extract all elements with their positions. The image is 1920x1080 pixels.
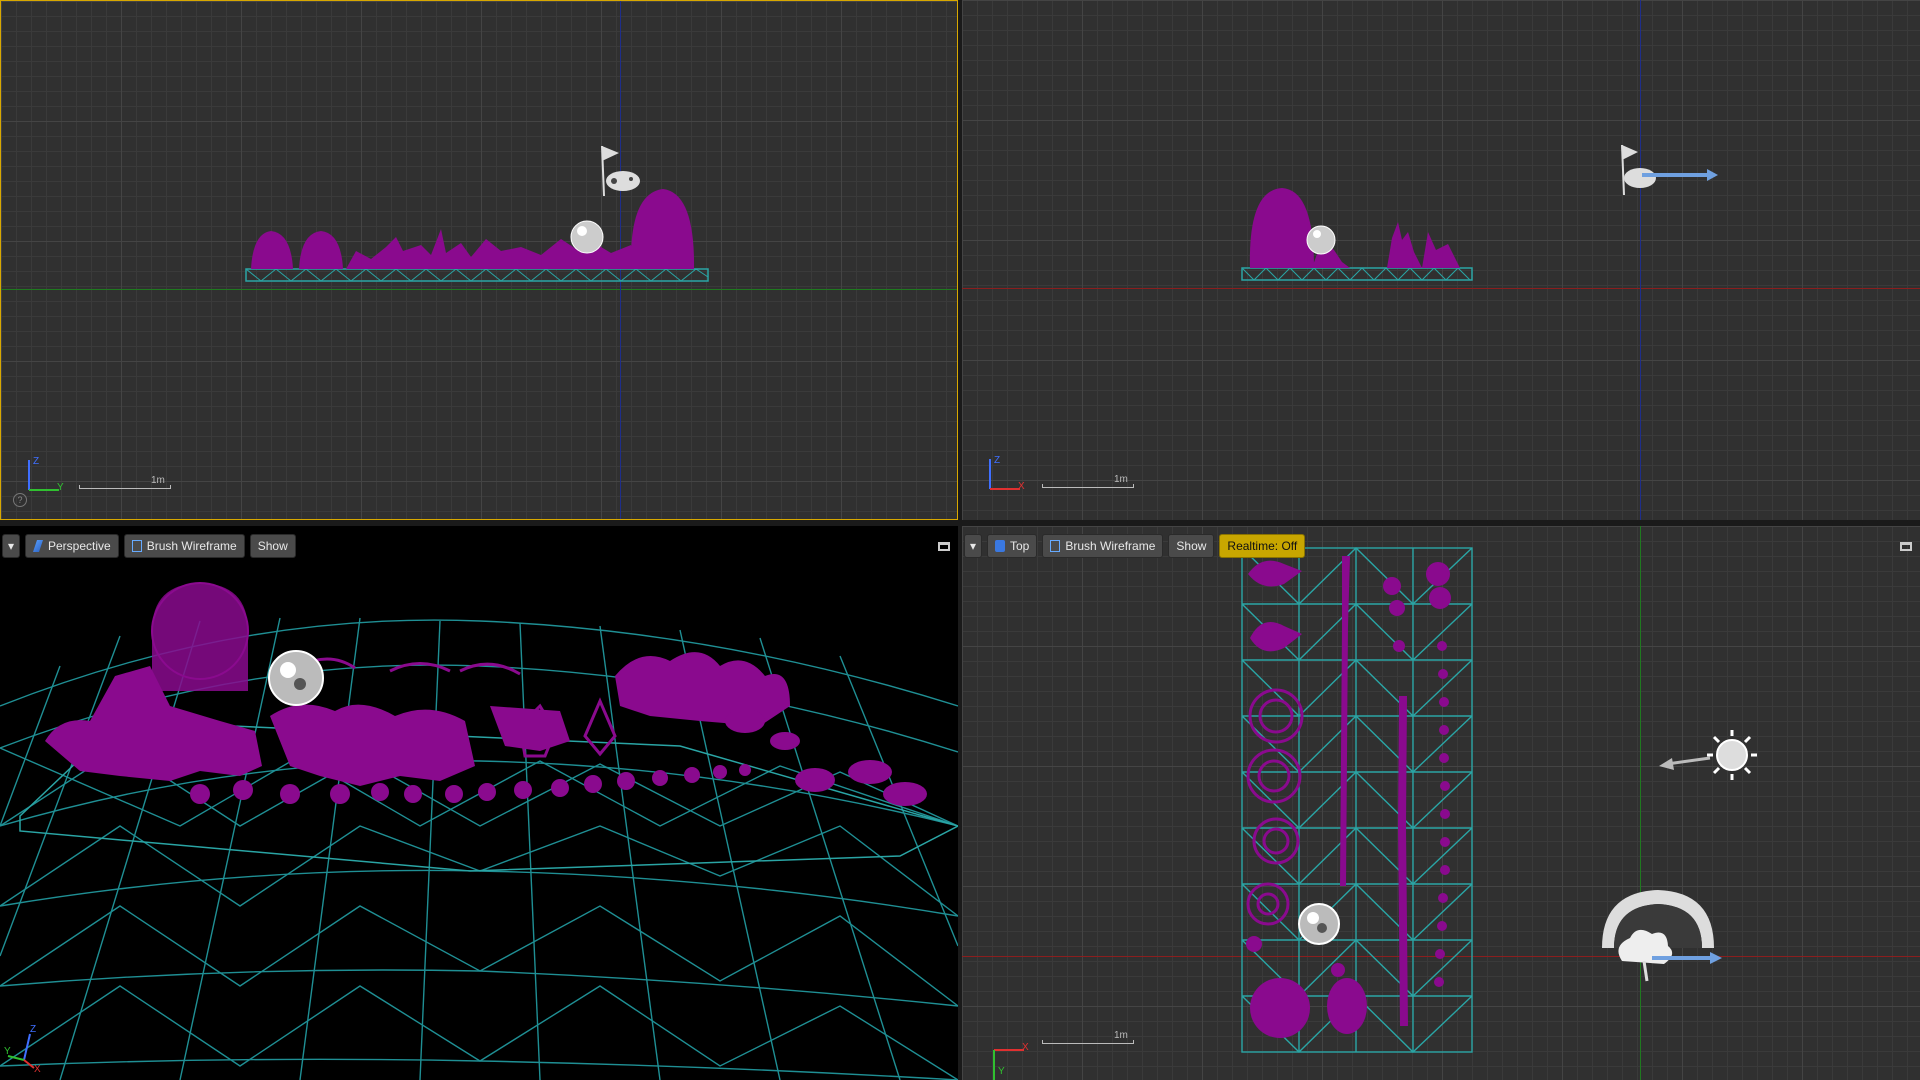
view-type-button[interactable]: Perspective — [25, 534, 119, 558]
maximize-viewport-icon[interactable] — [938, 542, 950, 551]
scale-bar: 1m — [1042, 1024, 1134, 1044]
top-view-icon — [995, 540, 1005, 552]
gizmo-depth-label: Y — [4, 1046, 11, 1057]
player-start-icon — [1621, 144, 1718, 196]
axis-gizmo: Z X Y — [4, 1022, 44, 1075]
realtime-label: Realtime: Off — [1227, 539, 1298, 553]
show-button[interactable]: Show — [1168, 534, 1215, 558]
directional-light-icon — [1659, 730, 1757, 780]
viewport-options-dropdown[interactable]: ▾ — [964, 534, 982, 558]
help-icon[interactable]: ? — [13, 493, 27, 507]
gizmo-up-label: Z — [33, 456, 40, 467]
realtime-toggle[interactable]: Realtime: Off — [1219, 534, 1306, 558]
axis-gizmo: Z Y — [23, 456, 73, 499]
sky-light-icon — [1602, 890, 1722, 982]
gizmo-up-label: Z — [994, 455, 1001, 466]
magenta-meshes — [1246, 556, 1451, 1038]
chevron-down-icon: ▾ — [969, 539, 977, 553]
viewport-perspective[interactable]: ▾ Perspective Brush Wireframe Show Z X Y — [0, 526, 958, 1080]
floor-wireframe — [1241, 267, 1473, 281]
show-label: Show — [1176, 539, 1207, 553]
maximize-viewport-icon[interactable] — [1900, 542, 1912, 551]
viewport-options-dropdown[interactable]: ▾ — [2, 534, 20, 558]
player-start-icon — [601, 145, 640, 197]
view-mode-label: Brush Wireframe — [146, 539, 237, 553]
wireframe-icon — [131, 540, 142, 552]
perspective-scene — [0, 582, 958, 1080]
magenta-meshes — [1249, 188, 1460, 268]
chevron-down-icon: ▾ — [7, 539, 15, 553]
front-scene — [1241, 144, 1718, 281]
view-type-label: Perspective — [48, 539, 111, 553]
gizmo-up-label: Y — [998, 1066, 1005, 1077]
gizmo-right-label: X — [1018, 481, 1025, 492]
magenta-meshes — [251, 189, 695, 269]
viewport-front-xz[interactable]: Z X 1m — [962, 0, 1920, 520]
scale-bar: 1m — [1042, 468, 1134, 488]
top-scene — [1241, 547, 1757, 1053]
viewport-top[interactable]: ▾ Top Brush Wireframe Show Realtime: Off… — [962, 526, 1920, 1080]
reflection-sphere — [1298, 903, 1340, 945]
scale-label: 1m — [1114, 474, 1128, 485]
axis-gizmo: X Y — [988, 1040, 1038, 1080]
scale-label: 1m — [1114, 1030, 1128, 1041]
side-scene — [245, 145, 709, 282]
scale-bar: 1m — [79, 469, 171, 489]
gizmo-right-label: X — [34, 1064, 41, 1075]
scale-label: 1m — [151, 475, 165, 486]
reflection-sphere — [570, 220, 604, 254]
view-type-label: Top — [1010, 539, 1030, 553]
view-type-button[interactable]: Top — [987, 534, 1038, 558]
viewport-toolbar: ▾ Perspective Brush Wireframe Show — [2, 534, 296, 558]
wireframe-icon — [1050, 540, 1061, 552]
reflection-sphere — [1306, 225, 1336, 255]
viewport-side-yz[interactable]: Z Y 1m ? — [0, 0, 958, 520]
reflection-sphere — [268, 650, 324, 706]
viewport-toolbar: ▾ Top Brush Wireframe Show Realtime: Off — [964, 534, 1306, 558]
show-button[interactable]: Show — [249, 534, 296, 558]
gizmo-right-label: Y — [57, 482, 64, 493]
gizmo-up-label: Z — [30, 1024, 37, 1035]
floor-wireframe — [245, 268, 709, 282]
view-mode-button[interactable]: Brush Wireframe — [1042, 534, 1164, 558]
axis-gizmo: Z X — [984, 455, 1034, 498]
perspective-icon — [33, 540, 43, 552]
view-mode-label: Brush Wireframe — [1065, 539, 1156, 553]
gizmo-right-label: X — [1022, 1042, 1029, 1053]
view-mode-button[interactable]: Brush Wireframe — [123, 534, 245, 558]
show-label: Show — [257, 539, 288, 553]
